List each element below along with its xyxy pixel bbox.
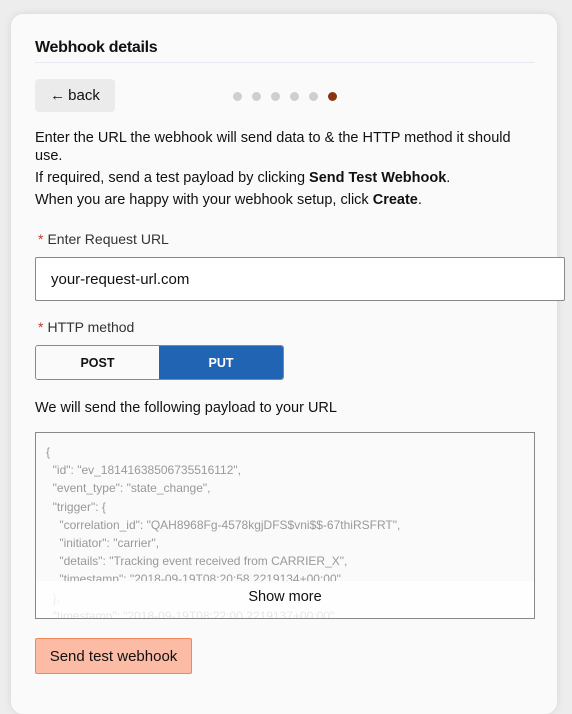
instruction-line-3: When you are happy with your webhook set… xyxy=(35,191,540,209)
send-test-webhook-button[interactable]: Send test webhook xyxy=(35,638,192,674)
back-label: back xyxy=(68,87,100,104)
back-button[interactable]: ← back xyxy=(35,79,115,112)
http-method-label: * HTTP method xyxy=(38,319,134,335)
required-asterisk: * xyxy=(38,319,44,335)
instruction-line-1: Enter the URL the webhook will send data… xyxy=(35,130,511,164)
instruction-line-2: If required, send a test payload by clic… xyxy=(35,169,540,187)
payload-preview: { "id": "ev_18141638506735516112", "even… xyxy=(35,432,535,619)
required-asterisk: * xyxy=(38,231,44,247)
step-indicator xyxy=(233,92,337,101)
request-url-input[interactable] xyxy=(35,257,565,301)
method-post-button[interactable]: POST xyxy=(36,346,159,379)
step-dot-4 xyxy=(290,92,299,101)
request-url-label: * Enter Request URL xyxy=(38,231,169,247)
step-dot-2 xyxy=(252,92,261,101)
show-more-button[interactable]: Show more xyxy=(36,581,534,618)
instruction-bold-create: Create xyxy=(372,192,418,208)
instruction-text: When you are happy with your webhook set… xyxy=(35,192,373,208)
instruction-bold-send-test: Send Test Webhook xyxy=(309,170,447,186)
page-title: Webhook details xyxy=(35,39,158,56)
step-dot-6-active xyxy=(328,92,337,101)
step-dot-5 xyxy=(309,92,318,101)
step-dot-1 xyxy=(233,92,242,101)
webhook-details-card: Webhook details ← back Enter the URL the… xyxy=(11,14,565,714)
instruction-text: . xyxy=(417,192,422,208)
method-put-button[interactable]: PUT xyxy=(159,346,283,379)
http-method-label-text: HTTP method xyxy=(47,319,135,335)
instructions: Enter the URL the webhook will send data… xyxy=(35,129,540,213)
step-dot-3 xyxy=(271,92,280,101)
title-divider xyxy=(35,62,535,63)
instruction-text: If required, send a test payload by clic… xyxy=(35,170,310,186)
request-url-label-text: Enter Request URL xyxy=(47,231,169,247)
instruction-text: . xyxy=(446,170,451,186)
arrow-left-icon: ← xyxy=(50,87,66,104)
http-method-toggle: POST PUT xyxy=(35,345,284,380)
payload-label: We will send the following payload to yo… xyxy=(35,400,337,416)
